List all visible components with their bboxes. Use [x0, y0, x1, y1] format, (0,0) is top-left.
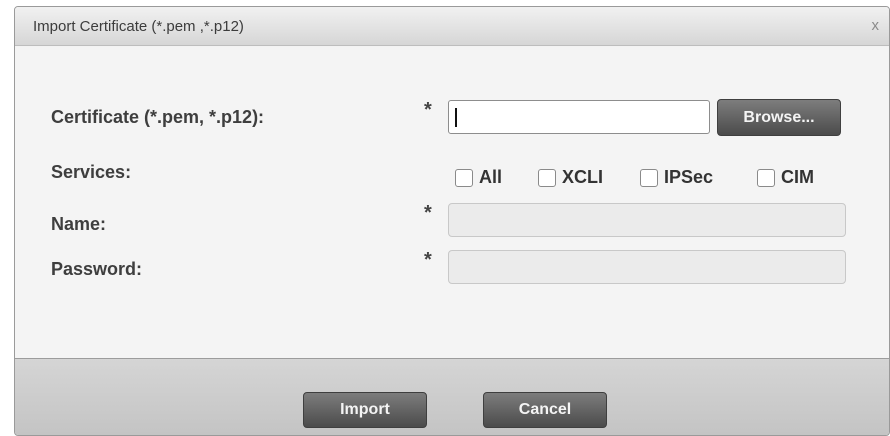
- cancel-button[interactable]: Cancel: [483, 392, 607, 428]
- dialog-titlebar: Import Certificate (*.pem ,*.p12) x: [15, 7, 889, 46]
- certificate-label: Certificate (*.pem, *.p12):: [51, 107, 265, 127]
- checkbox-cim-label: CIM: [781, 167, 814, 187]
- browse-button[interactable]: Browse...: [717, 99, 841, 136]
- dialog-title: Import Certificate (*.pem ,*.p12): [33, 18, 244, 35]
- certificate-file-input[interactable]: [448, 100, 710, 134]
- dialog-footer: Import Cancel: [15, 358, 889, 435]
- checkbox-all[interactable]: [455, 169, 473, 187]
- checkbox-xcli[interactable]: [538, 169, 556, 187]
- import-certificate-dialog: Import Certificate (*.pem ,*.p12) x Cert…: [14, 6, 890, 436]
- services-label: Services:: [51, 162, 132, 182]
- password-field[interactable]: [448, 250, 846, 284]
- import-button[interactable]: Import: [303, 392, 427, 428]
- name-label: Name:: [51, 214, 107, 234]
- close-icon[interactable]: x: [872, 17, 880, 34]
- checkbox-ipsec[interactable]: [640, 169, 658, 187]
- checkbox-ipsec-label: IPSec: [664, 167, 714, 187]
- checkbox-xcli-label: XCLI: [562, 167, 604, 187]
- text-caret: [455, 108, 457, 127]
- checkbox-all-label: All: [479, 167, 503, 187]
- name-required-marker: *: [424, 202, 432, 224]
- name-field[interactable]: [448, 203, 846, 237]
- checkbox-cim[interactable]: [757, 169, 775, 187]
- password-required-marker: *: [424, 249, 432, 271]
- certificate-required-marker: *: [424, 99, 432, 121]
- password-label: Password:: [51, 259, 143, 279]
